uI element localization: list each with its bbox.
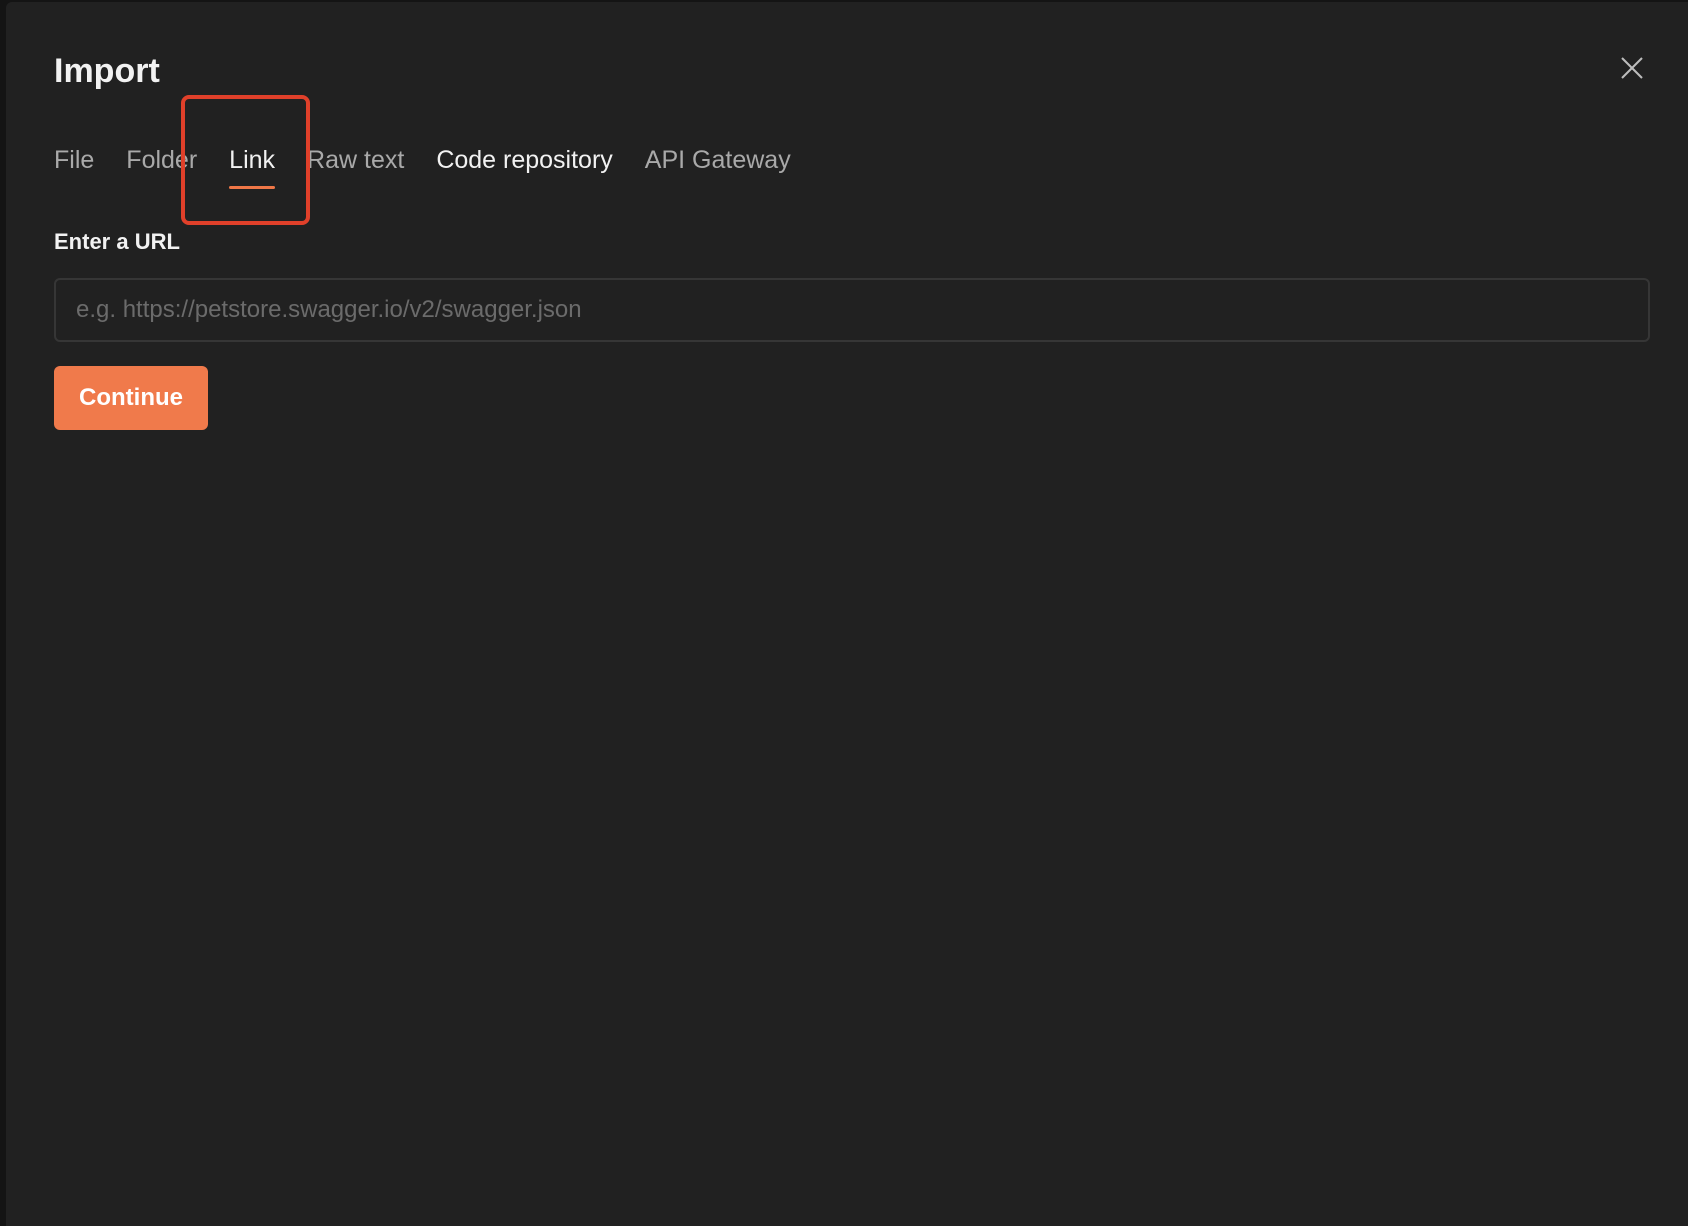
close-button[interactable]	[1618, 54, 1646, 82]
tab-api-gateway[interactable]: API Gateway	[645, 146, 791, 189]
import-tabs: File Folder Link Raw text Code repositor…	[54, 146, 823, 196]
tab-code-repository[interactable]: Code repository	[436, 146, 612, 189]
url-input[interactable]	[54, 278, 1650, 342]
tab-folder[interactable]: Folder	[126, 146, 197, 189]
continue-button[interactable]: Continue	[54, 366, 208, 430]
import-dialog: Import File Folder Link Raw text Code re…	[6, 2, 1688, 1226]
close-icon	[1621, 57, 1643, 79]
tab-file[interactable]: File	[54, 146, 94, 189]
dialog-title: Import	[54, 52, 160, 90]
url-field-label: Enter a URL	[54, 229, 180, 254]
tab-raw-text[interactable]: Raw text	[307, 146, 404, 189]
tab-link[interactable]: Link	[229, 146, 275, 189]
